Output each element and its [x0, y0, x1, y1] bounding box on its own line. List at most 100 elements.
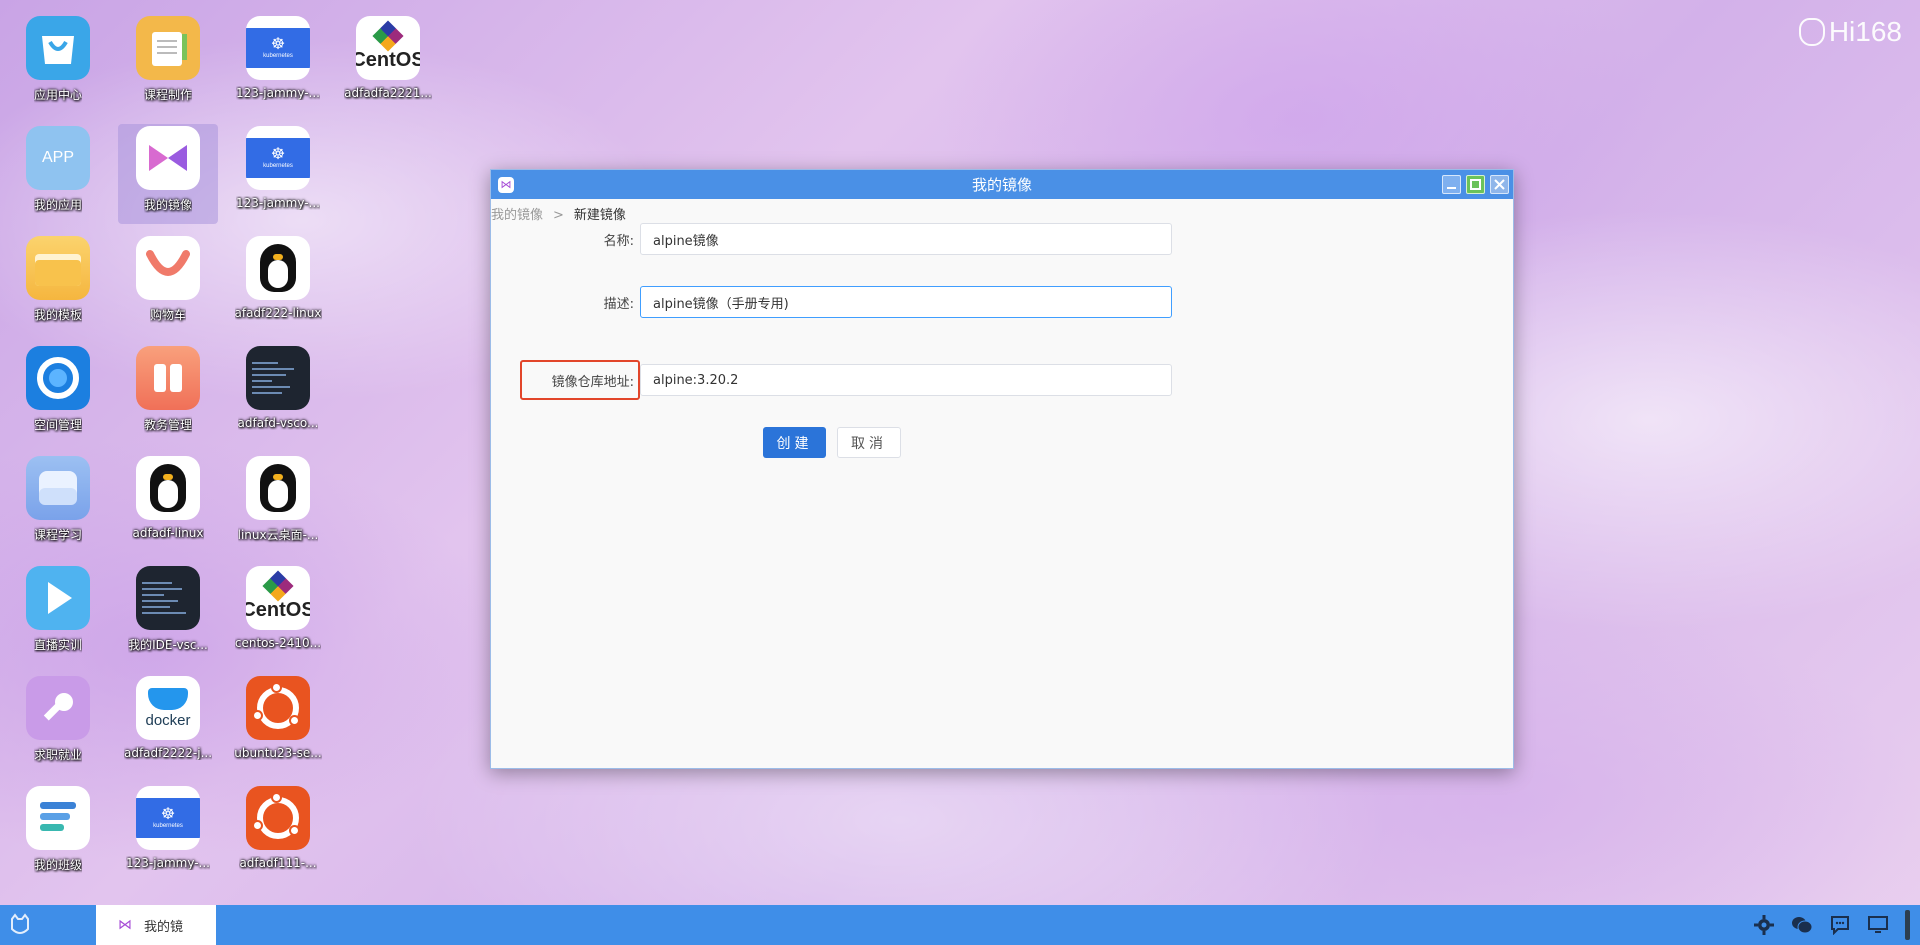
desktop-icon-adfafd-vscode[interactable]: adfafd-vsco...	[228, 344, 328, 444]
icon-label: adfadfa2221...	[344, 86, 432, 100]
desktop-icon-adfadfa2221[interactable]: CentOS adfadfa2221...	[338, 14, 438, 114]
desktop-icon-app-center[interactable]: 应用中心	[8, 14, 108, 114]
notebook-icon	[136, 16, 200, 80]
icon-label: 我的模板	[33, 308, 82, 322]
icon-label: 求职就业	[33, 748, 82, 762]
ubuntu-icon	[246, 786, 310, 850]
desktop-icon-course-production[interactable]: 课程制作	[118, 14, 218, 114]
wechat-icon[interactable]	[1791, 914, 1813, 936]
desktop-icon-cart[interactable]: 购物车	[118, 234, 218, 334]
pause-book-icon	[136, 346, 200, 410]
breadcrumb-root-link[interactable]: 我的镜像	[491, 208, 543, 223]
icon-label: ubuntu23-se...	[234, 746, 322, 760]
repo-row: 镜像仓库地址:	[491, 364, 1172, 396]
window-titlebar[interactable]: ⋈ 我的镜像	[491, 170, 1513, 199]
key-icon	[26, 676, 90, 740]
folder-icon	[26, 236, 90, 300]
cat-logo-icon	[1798, 18, 1825, 46]
play-icon	[26, 566, 90, 630]
globe-icon	[26, 346, 90, 410]
desktop-icon-course-study[interactable]: 课程学习	[8, 454, 108, 554]
gear-icon[interactable]	[1753, 914, 1775, 936]
linux-tux-icon	[246, 456, 310, 520]
desktop-icon-academic-affairs[interactable]: 教务管理	[118, 344, 218, 444]
desktop-icon-adfadf111[interactable]: adfadf111-...	[228, 784, 328, 884]
icon-label: 教务管理	[143, 418, 192, 432]
icon-label: 课程制作	[143, 88, 192, 102]
linux-tux-icon	[136, 456, 200, 520]
scrollbar-handle[interactable]	[1905, 910, 1910, 940]
desktop-icon-jammy-k8s-3[interactable]: ☸ kubernetes 123-jammy-...	[118, 784, 218, 884]
mirror-icon: ⋈	[118, 917, 132, 933]
maximize-button[interactable]	[1466, 175, 1485, 194]
icon-label: 购物车	[149, 308, 186, 322]
study-icon	[26, 456, 90, 520]
desktop-icon-my-apps[interactable]: APP 我的应用	[8, 124, 108, 224]
desktop-icon-my-class[interactable]: 我的班级	[8, 784, 108, 884]
desktop-icon-ubuntu23[interactable]: ubuntu23-se...	[228, 674, 328, 774]
icon-label: adfafd-vsco...	[237, 416, 319, 430]
mirror-icon	[136, 126, 200, 190]
mirror-icon: ⋈	[498, 176, 514, 193]
window-controls	[1442, 175, 1509, 194]
icon-label: 我的镜像	[143, 198, 192, 212]
bag-icon	[26, 16, 90, 80]
desktop-icon-my-templates[interactable]: 我的模板	[8, 234, 108, 334]
docker-icon: docker	[136, 676, 200, 740]
desktop-icon-job-hunting[interactable]: 求职就业	[8, 674, 108, 774]
taskbar: ⋈ 我的镜	[0, 905, 1920, 945]
icon-label: centos-2410...	[234, 636, 322, 650]
create-button[interactable]: 创建	[763, 427, 826, 458]
icon-label: 123-jammy-...	[236, 86, 320, 100]
taskbar-item-mirror[interactable]: ⋈ 我的镜	[96, 905, 216, 945]
window-title: 我的镜像	[971, 176, 1032, 194]
cancel-button[interactable]: 取消	[837, 427, 901, 458]
icon-label: linux云桌面-...	[237, 528, 319, 542]
minimize-button[interactable]	[1442, 175, 1461, 194]
maximize-icon	[1470, 179, 1481, 190]
desktop-icon-live-training[interactable]: 直播实训	[8, 564, 108, 664]
brand-logo: Hi168	[1798, 16, 1902, 48]
cart-icon	[136, 236, 200, 300]
chat-icon[interactable]	[1829, 914, 1851, 936]
icon-label: 空间管理	[33, 418, 82, 432]
monitor-icon[interactable]	[1867, 914, 1889, 936]
desktop-icon-afadf222-linux[interactable]: afadf222-linux	[228, 234, 328, 334]
mirror-window: ⋈ 我的镜像 我的镜像 > 新建镜像 名称: 描述: 镜像仓库地址: 创建 取消	[490, 169, 1514, 769]
code-editor-icon	[136, 566, 200, 630]
desktop-icon-docker[interactable]: docker adfadf2222-j...	[118, 674, 218, 774]
icon-label: adfadf-linux	[132, 526, 204, 540]
desktop-icon-space-management[interactable]: 空间管理	[8, 344, 108, 444]
desktop-icon-adfadf-linux[interactable]: adfadf-linux	[118, 454, 218, 554]
name-input[interactable]	[640, 223, 1172, 255]
desktop-icon-my-mirror[interactable]: 我的镜像	[118, 124, 218, 224]
taskbar-item-label: 我的镜	[144, 919, 184, 935]
cat-logo-icon	[11, 913, 29, 934]
ubuntu-icon	[246, 676, 310, 740]
icon-label: adfadf2222-j...	[123, 746, 213, 760]
icon-label: afadf222-linux	[234, 306, 322, 320]
kubernetes-icon: ☸ kubernetes	[246, 126, 310, 190]
icon-label: 123-jammy-...	[236, 196, 320, 210]
description-row: 描述:	[491, 286, 1172, 318]
repo-address-label: 镜像仓库地址:	[551, 374, 634, 390]
description-input[interactable]	[640, 286, 1172, 318]
code-editor-icon	[246, 346, 310, 410]
desktop-icon-jammy-k8s-2[interactable]: ☸ kubernetes 123-jammy-...	[228, 124, 328, 224]
desktop-icon-my-ide[interactable]: 我的IDE-vsc...	[118, 564, 218, 664]
desktop-icon-centos-2410[interactable]: CentOS centos-2410...	[228, 564, 328, 664]
icon-label: 课程学习	[33, 528, 82, 542]
icon-label: 我的应用	[33, 198, 82, 212]
name-row: 名称:	[491, 223, 1172, 255]
kubernetes-icon: ☸ kubernetes	[136, 786, 200, 850]
breadcrumb-current: 新建镜像	[573, 208, 626, 223]
breadcrumb-separator: >	[553, 208, 564, 223]
name-label: 名称:	[603, 233, 634, 249]
brand-text: Hi168	[1828, 16, 1902, 47]
close-button[interactable]	[1490, 175, 1509, 194]
start-button[interactable]	[0, 905, 40, 945]
desktop-icon-jammy-k8s-1[interactable]: ☸ kubernetes 123-jammy-...	[228, 14, 328, 114]
repo-address-input[interactable]	[640, 364, 1172, 396]
desktop-icon-linux-cloud-desktop[interactable]: linux云桌面-...	[228, 454, 328, 554]
minimize-icon	[1447, 187, 1456, 189]
